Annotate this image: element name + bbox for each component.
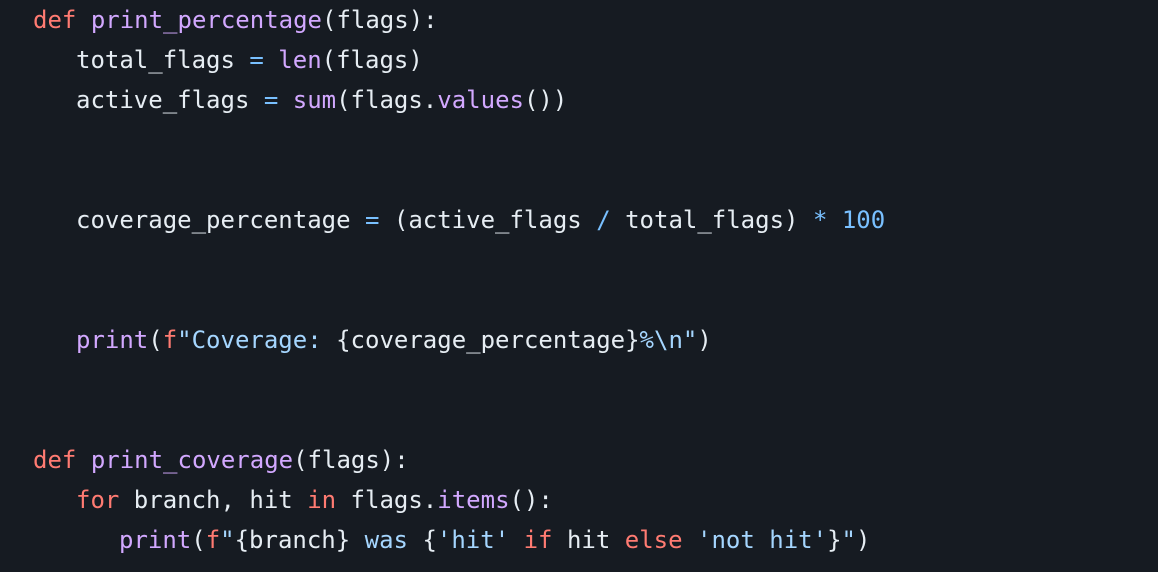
code-token: =: [263, 86, 279, 114]
code-token: flags.: [336, 486, 438, 514]
code-token: for: [76, 486, 120, 514]
code-token: (flags):: [293, 446, 409, 474]
code-token: ()): [523, 86, 568, 114]
code-token: coverage_percentage: [76, 206, 365, 234]
code-token: hit: [552, 526, 625, 554]
code-line: def print_percentage(flags):: [33, 0, 438, 40]
code-token: }: [827, 526, 842, 554]
code-token: "Coverage:: [177, 326, 337, 354]
code-token: print: [76, 326, 149, 354]
code-token: print_coverage: [90, 446, 294, 474]
code-token: len: [278, 46, 322, 74]
code-token: def: [33, 6, 77, 34]
code-token: was: [350, 526, 423, 554]
code-token: ():: [509, 486, 553, 514]
code-token: {: [422, 526, 437, 554]
code-line: for branch, hit in flags.items():: [76, 480, 553, 520]
code-token: ): [697, 326, 712, 354]
code-token: {branch}: [234, 526, 351, 554]
code-line: total_flags = len(flags): [76, 40, 423, 80]
code-token: total_flags: [76, 46, 250, 74]
code-token: sum: [292, 86, 337, 114]
code-token: active_flags: [76, 86, 264, 114]
code-token: %\n": [639, 326, 698, 354]
code-token: (: [191, 526, 206, 554]
code-token: def: [33, 446, 77, 474]
code-token: if: [523, 526, 553, 554]
code-token: 'hit': [436, 526, 510, 554]
code-token: *: [812, 206, 828, 234]
code-token: ): [855, 526, 871, 554]
code-token: (flags.: [336, 86, 438, 114]
code-token: f: [162, 326, 178, 354]
code-token: total_flags): [610, 206, 813, 234]
code-token: (flags):: [322, 6, 438, 34]
code-token: (active_flags: [379, 206, 597, 234]
code-token: {coverage_percentage}: [336, 326, 640, 354]
code-token: in: [307, 486, 337, 514]
code-token: (flags): [321, 46, 423, 74]
code-token: print: [119, 526, 192, 554]
code-line: def print_coverage(flags):: [33, 440, 409, 480]
code-token: (: [148, 326, 163, 354]
code-token: ": [220, 526, 235, 554]
code-token: ": [841, 526, 856, 554]
code-line: coverage_percentage = (active_flags / to…: [76, 200, 885, 240]
code-token: =: [249, 46, 264, 74]
code-token: items: [437, 486, 510, 514]
code-token: else: [624, 526, 683, 554]
code-editor: def print_percentage(flags): total_flags …: [0, 0, 1158, 572]
code-line: active_flags = sum(flags.values()): [76, 80, 567, 120]
code-line: print(f"{branch} was {'hit' if hit else …: [119, 520, 870, 560]
code-token: /: [596, 206, 611, 234]
code-token: f: [205, 526, 221, 554]
code-token: values: [437, 86, 524, 114]
code-token: 100: [841, 206, 886, 234]
code-token: branch, hit: [119, 486, 308, 514]
code-token: =: [364, 206, 380, 234]
code-token: print_percentage: [90, 6, 322, 34]
code-token: 'not hit': [697, 526, 828, 554]
code-line: print(f"Coverage: {coverage_percentage}%…: [76, 320, 712, 360]
